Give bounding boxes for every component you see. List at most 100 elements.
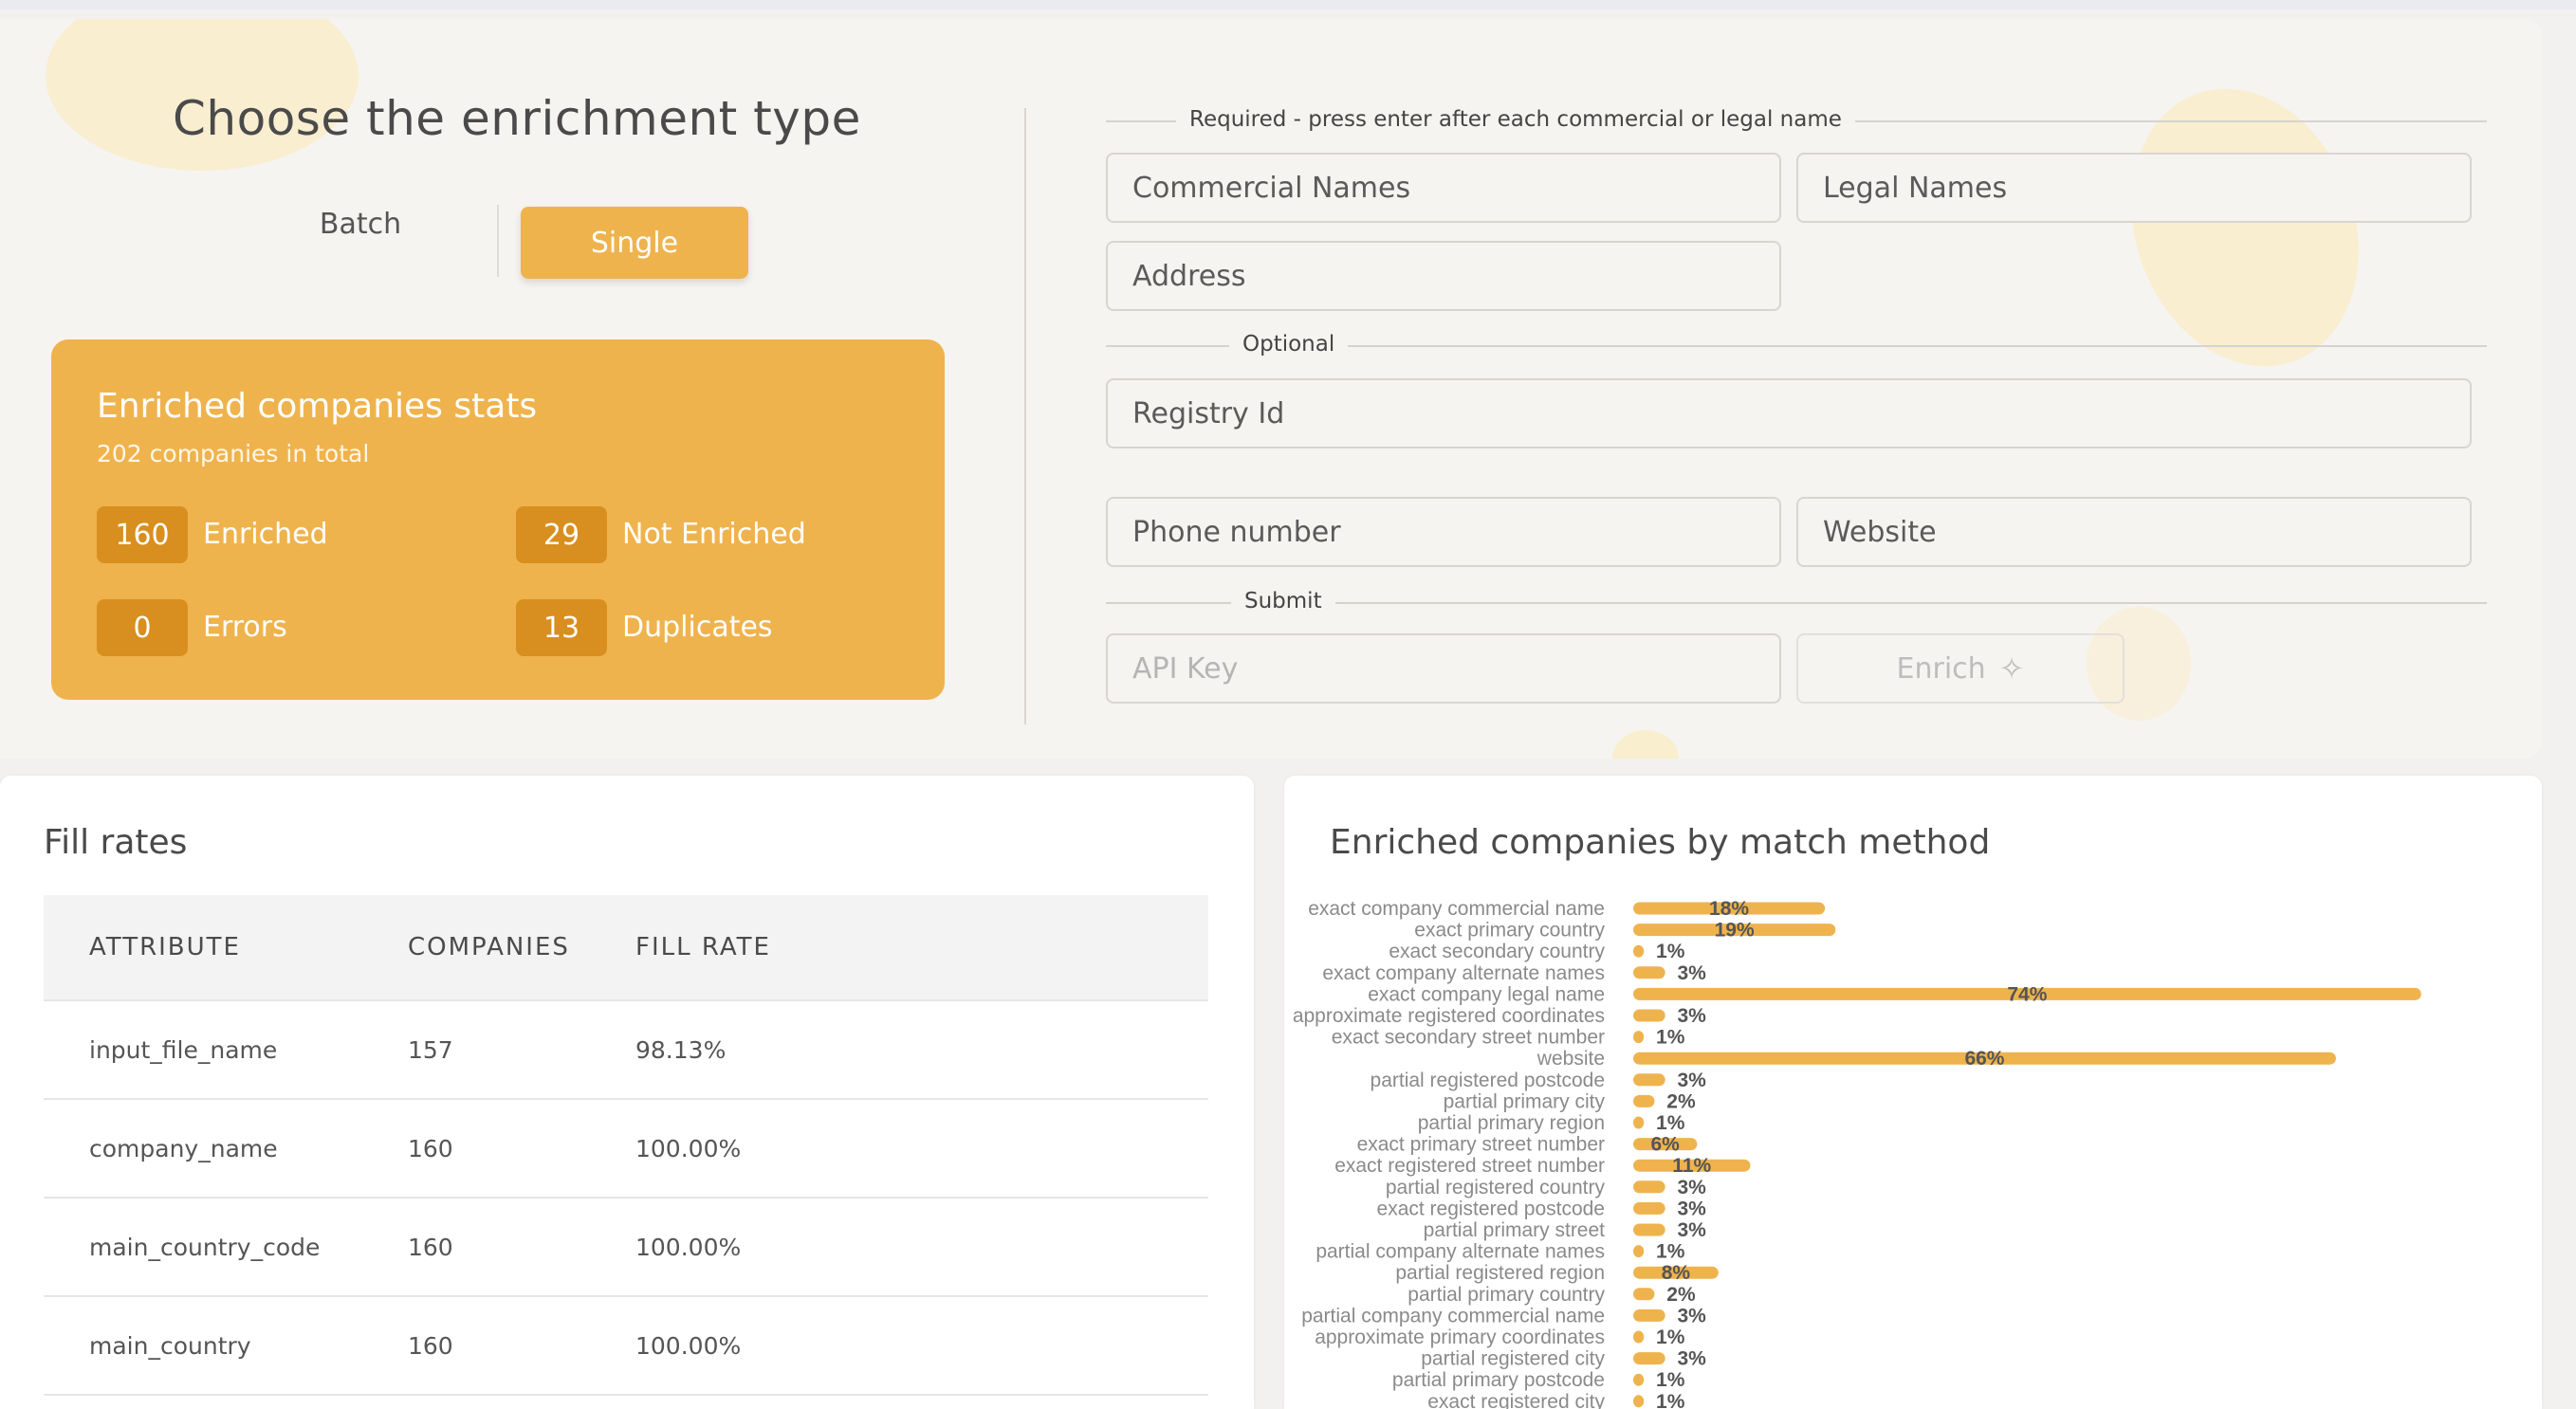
chart-value-label: 2% (1666, 1090, 1696, 1112)
commercial-names-input[interactable]: Commercial Names (1106, 153, 1781, 223)
chart-value-label: 74% (2007, 983, 2047, 1005)
chart-value-label: 3% (1678, 1198, 1707, 1219)
fill-rates-table: ATTRIBUTE COMPANIES FILL RATE input_file… (44, 895, 1208, 1396)
chart-category-label: exact company alternate names (1322, 962, 1605, 984)
chart-value-label: 11% (1672, 1155, 1711, 1177)
chart-category-label: exact primary street number (1357, 1134, 1605, 1156)
attribute-cell: main_country (44, 1296, 408, 1396)
required-section-label: Required - press enter after each commer… (1176, 107, 1855, 132)
chart-bar (1633, 1330, 1645, 1344)
batch-toggle[interactable]: Batch (275, 188, 446, 260)
chart-category-label: partial primary city (1444, 1090, 1606, 1112)
chart-value-label: 1% (1656, 1369, 1685, 1391)
enrich-label: Enrich (1896, 651, 1986, 686)
enrichment-type-title: Choose the enrichment type (173, 91, 861, 146)
errors-label: Errors (203, 611, 287, 644)
stats-title: Enriched companies stats (97, 387, 538, 426)
chart-value-label: 1% (1656, 1391, 1685, 1409)
chart-bar (1633, 1201, 1665, 1215)
column-header-fill-rate: FILL RATE (635, 895, 1208, 1001)
chart-bar (1633, 1073, 1665, 1087)
not-enriched-count-badge: 29 (516, 506, 607, 563)
chart-category-label: partial registered country (1386, 1177, 1606, 1199)
fill-rate-cell: 100.00% (635, 1198, 1208, 1297)
fill-rates-title: Fill rates (44, 823, 188, 862)
chart-value-label: 18% (1709, 898, 1749, 920)
chart-category-label: partial registered city (1421, 1348, 1605, 1370)
column-header-attribute: ATTRIBUTE (44, 895, 408, 1001)
companies-cell: 160 (408, 1099, 635, 1199)
api-key-input[interactable]: API Key (1106, 633, 1781, 704)
enrich-button[interactable]: Enrich ✧ (1796, 633, 2125, 704)
chart-category-label: approximate primary coordinates (1315, 1327, 1605, 1348)
chart-bar (1633, 1116, 1645, 1129)
stats-card: Enriched companies stats 202 companies i… (51, 339, 945, 700)
enriched-label: Enriched (203, 518, 328, 551)
chart-bar (1633, 1308, 1665, 1322)
website-input[interactable]: Website (1796, 497, 2472, 567)
enrichment-panel: Choose the enrichment type Batch Single … (0, 19, 2542, 759)
chart-bar (1633, 944, 1645, 958)
chart-category-label: exact registered postcode (1377, 1198, 1605, 1219)
chart-value-label: 8% (1662, 1262, 1691, 1284)
chart-bar (1633, 1180, 1665, 1194)
column-header-companies: COMPANIES (408, 895, 635, 1001)
chart-category-label: partial registered region (1395, 1262, 1605, 1284)
chart-category-label: exact primary country (1414, 920, 1605, 942)
chart-value-label: 1% (1656, 1241, 1685, 1263)
chart-category-label: partial primary country (1408, 1284, 1605, 1306)
chart-value-label: 3% (1678, 1070, 1707, 1091)
chart-value-label: 1% (1656, 1027, 1685, 1049)
address-input[interactable]: Address (1106, 241, 1781, 311)
chart-category-label: exact secondary street number (1332, 1027, 1605, 1049)
chart-value-label: 1% (1656, 1112, 1685, 1134)
table-row: main_country_code 160 100.00% (44, 1198, 1208, 1297)
optional-section-label: Optional (1229, 332, 1349, 357)
registry-id-input[interactable]: Registry Id (1106, 378, 2472, 448)
attribute-cell: company_name (44, 1099, 408, 1199)
match-method-title: Enriched companies by match method (1330, 823, 1991, 862)
chart-value-label: 3% (1678, 1305, 1707, 1327)
submit-section-label: Submit (1231, 589, 1335, 613)
table-row: company_name 160 100.00% (44, 1099, 1208, 1199)
top-strip (0, 0, 2576, 9)
duplicates-label: Duplicates (622, 611, 773, 644)
chart-value-label: 1% (1656, 1327, 1685, 1348)
chart-value-label: 3% (1678, 1219, 1707, 1241)
chart-value-label: 66% (1964, 1048, 2004, 1070)
chart-bar (1633, 1352, 1665, 1365)
fill-rate-cell: 100.00% (635, 1296, 1208, 1396)
chart-bar (1633, 1245, 1645, 1258)
chart-value-label: 3% (1678, 1005, 1707, 1027)
chart-category-label: approximate registered coordinates (1293, 1005, 1605, 1027)
chart-category-label: website (1536, 1048, 1605, 1070)
stats-subtitle: 202 companies in total (97, 440, 370, 467)
match-method-chart-svg: exact company commercial name 18% exact pr… (1293, 898, 2421, 1409)
single-toggle[interactable]: Single (521, 207, 748, 279)
chart-category-label: exact secondary country (1389, 941, 1605, 962)
legal-names-input[interactable]: Legal Names (1796, 153, 2472, 223)
chart-category-label: exact registered city (1427, 1391, 1605, 1409)
vertical-divider (1024, 108, 1026, 724)
chart-bar (1633, 966, 1665, 979)
chart-category-label: partial registered postcode (1371, 1070, 1605, 1091)
chart-bar (1633, 1031, 1645, 1044)
chart-value-label: 3% (1678, 1348, 1707, 1370)
chart-bar (1633, 1288, 1655, 1301)
companies-cell: 157 (408, 1000, 635, 1100)
match-method-chart: exact company commercial name 18% exact pr… (1284, 891, 2542, 1409)
attribute-cell: main_country_code (44, 1198, 408, 1297)
decorative-blob (1612, 730, 1679, 759)
companies-cell: 160 (408, 1198, 635, 1297)
chart-value-label: 2% (1666, 1284, 1696, 1306)
phone-number-input[interactable]: Phone number (1106, 497, 1781, 567)
sparkle-icon: ✧ (1998, 650, 2025, 686)
chart-value-label: 3% (1678, 962, 1707, 984)
chart-value-label: 19% (1715, 920, 1755, 942)
chart-value-label: 6% (1651, 1134, 1681, 1156)
chart-category-label: exact company commercial name (1308, 898, 1605, 920)
chart-bar (1633, 1395, 1645, 1408)
toggle-divider (497, 205, 499, 277)
chart-category-label: partial primary postcode (1392, 1369, 1605, 1391)
table-row: main_country 160 100.00% (44, 1296, 1208, 1396)
